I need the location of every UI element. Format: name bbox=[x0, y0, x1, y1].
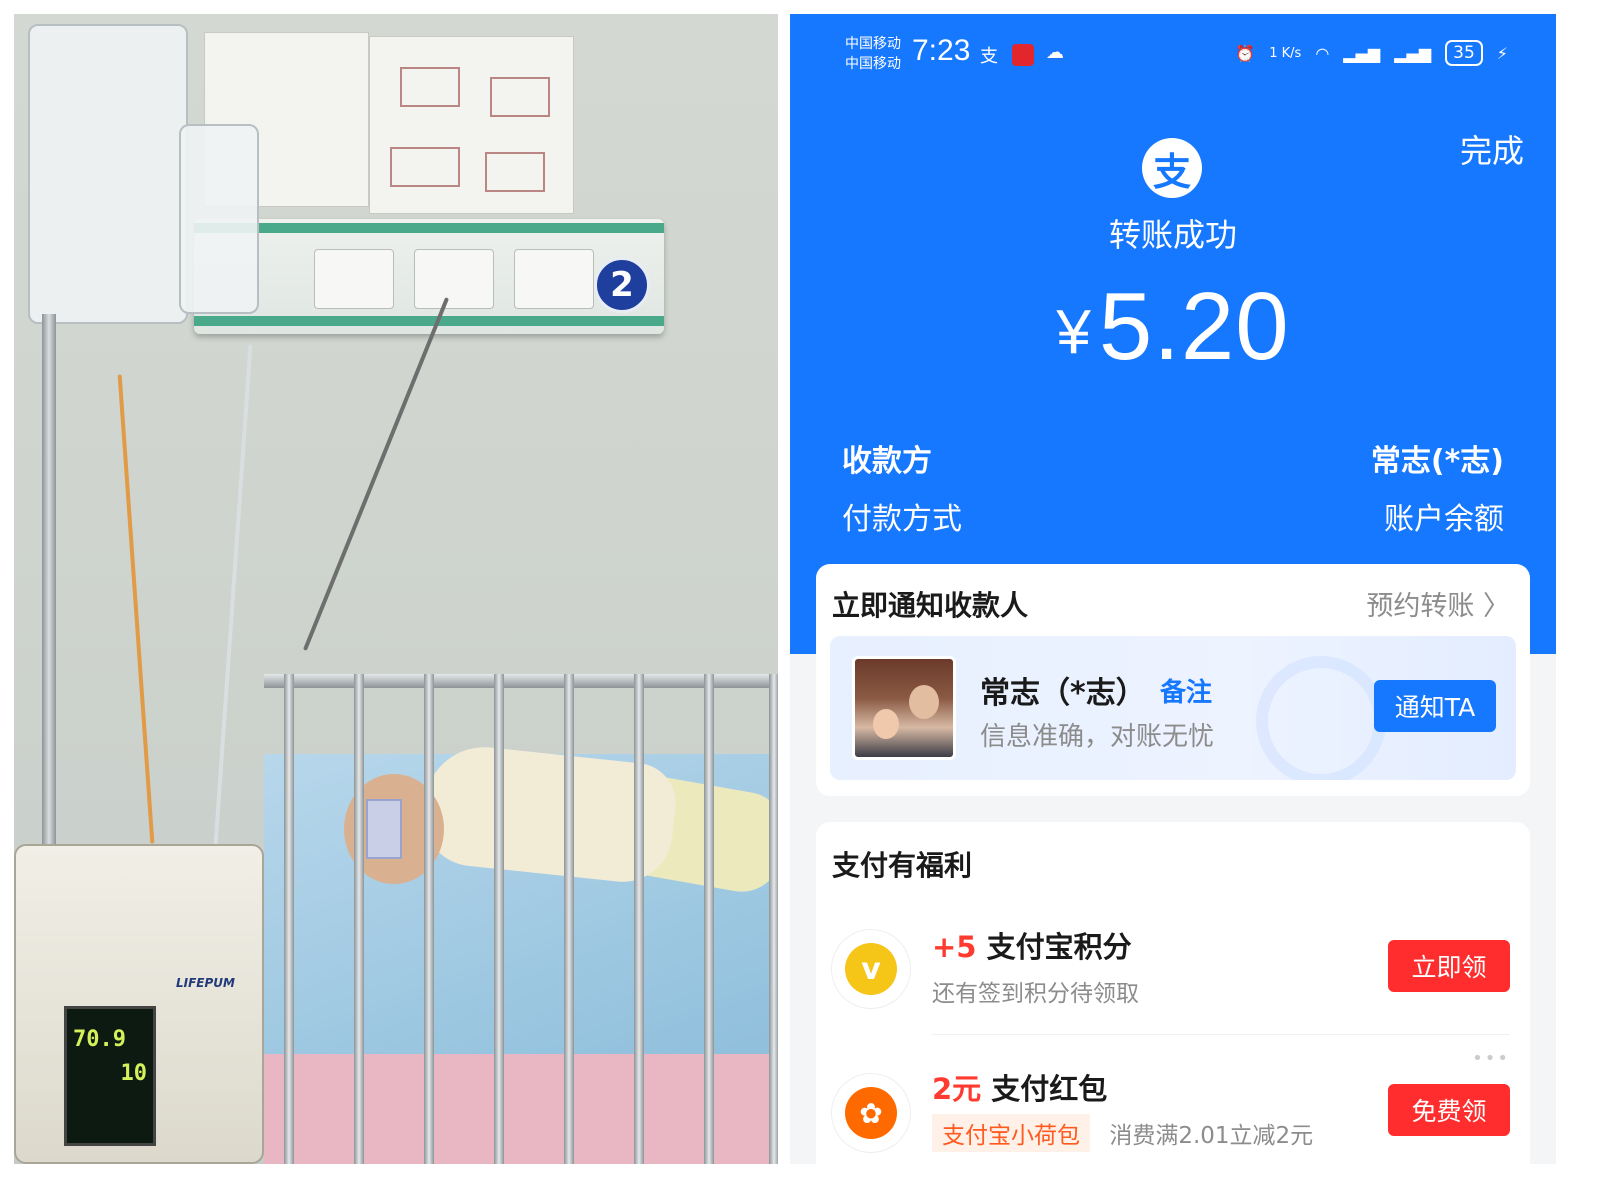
battery-indicator: 35 bbox=[1445, 40, 1483, 66]
red-packet-amount: 2元 bbox=[932, 1072, 982, 1106]
alipay-transfer-screen: 中国移动 中国移动 7:23 支 ☁ ⏰ 1 K/s ◠ ▂▄▆ ▂▄▆ 35 … bbox=[790, 14, 1556, 1164]
bedside-wall-rail bbox=[194, 219, 664, 334]
bed-safety-poster bbox=[369, 36, 574, 214]
payee-value: 常志(*志) bbox=[1370, 444, 1504, 479]
iv-bag bbox=[28, 24, 188, 324]
red-packet-icon: ✿ bbox=[832, 1074, 910, 1152]
pump-reading-rate: 70.9 bbox=[73, 1027, 126, 1052]
red-packet-subtitle-row: 支付宝小荷包 消费满2.01立减2元 bbox=[932, 1114, 1313, 1152]
payee-label: 收款方 bbox=[842, 444, 932, 479]
pump-display: 70.9 10 bbox=[64, 1006, 156, 1146]
payment-method-row: 付款方式 账户余额 bbox=[842, 494, 1504, 538]
iv-tube bbox=[117, 374, 155, 844]
iv-bag bbox=[179, 124, 259, 314]
red-packet-title: 2元 支付红包 bbox=[932, 1066, 1107, 1108]
remark-link[interactable]: 备注 bbox=[1160, 672, 1212, 709]
avatar bbox=[852, 656, 956, 760]
benefits-card: 支付有福利 v +5 支付宝积分 还有签到积分待领取 立即领 ••• ✿ 2元 … bbox=[816, 822, 1530, 1164]
notify-button[interactable]: 通知TA bbox=[1374, 680, 1496, 732]
points-benefit-title: +5 支付宝积分 bbox=[932, 924, 1132, 966]
power-cable bbox=[302, 297, 450, 651]
app-notification-icon bbox=[1012, 44, 1034, 66]
crib-rails bbox=[264, 674, 778, 1164]
red-packet-condition: 消费满2.01立减2元 bbox=[1109, 1123, 1314, 1149]
alarm-icon: ⏰ bbox=[1235, 43, 1256, 63]
claim-points-button[interactable]: 立即领 bbox=[1388, 940, 1510, 992]
alipay-logo-icon: 支 bbox=[1142, 138, 1202, 198]
points-coin-icon: v bbox=[832, 930, 910, 1008]
red-packet-label: 支付红包 bbox=[991, 1072, 1108, 1106]
carrier-2: 中国移动 bbox=[845, 56, 901, 72]
alipay-notification-icon: 支 bbox=[980, 46, 998, 67]
signal-icon: ▂▄▆ bbox=[1343, 43, 1381, 63]
benefit-divider bbox=[932, 1034, 1510, 1035]
amount-value: 5.20 bbox=[1098, 273, 1290, 380]
charging-icon: ⚡ bbox=[1496, 43, 1508, 63]
payee-name: 常志（*志） bbox=[980, 676, 1146, 711]
status-right-icons: ⏰ 1 K/s ◠ ▂▄▆ ▂▄▆ 35 ⚡ bbox=[1235, 40, 1508, 66]
network-speed: 1 K/s bbox=[1269, 45, 1302, 61]
claim-red-packet-button[interactable]: 免费领 bbox=[1388, 1084, 1510, 1136]
status-bar: 中国移动 中国移动 7:23 支 ☁ ⏰ 1 K/s ◠ ▂▄▆ ▂▄▆ 35 … bbox=[790, 14, 1556, 94]
user-watermark-icon bbox=[1256, 656, 1386, 780]
points-benefit-subtitle: 还有签到积分待领取 bbox=[932, 981, 1139, 1007]
wallet-tag: 支付宝小荷包 bbox=[932, 1114, 1090, 1152]
hospital-photo: 2 LIFEPUM 70.9 10 bbox=[14, 14, 778, 1164]
schedule-transfer-link[interactable]: 预约转账 〉 bbox=[1366, 584, 1510, 623]
bed-number-badge: 2 bbox=[594, 257, 650, 313]
payment-method-label: 付款方式 bbox=[842, 502, 962, 537]
notify-card-title: 立即通知收款人 bbox=[832, 589, 1029, 622]
transfer-amount: ¥5.20 bbox=[790, 272, 1556, 382]
carrier-1: 中国移动 bbox=[845, 36, 901, 52]
payment-method-value: 账户余额 bbox=[1384, 502, 1504, 537]
transfer-success-title: 转账成功 bbox=[1108, 216, 1237, 254]
status-time: 7:23 bbox=[912, 34, 971, 67]
payee-subtitle: 信息准确，对账无忧 bbox=[980, 722, 1215, 752]
infusion-pump: LIFEPUM 70.9 10 bbox=[14, 844, 264, 1164]
payee-row: 收款方 常志(*志) bbox=[842, 436, 1504, 480]
points-label: 支付宝积分 bbox=[986, 930, 1132, 964]
payee-info-box: 常志（*志） 备注 信息准确，对账无忧 通知TA bbox=[830, 636, 1516, 780]
pump-reading-volume: 10 bbox=[120, 1061, 148, 1086]
more-dots-icon: ••• bbox=[1472, 1048, 1510, 1069]
done-button[interactable]: 完成 bbox=[1460, 126, 1524, 172]
iv-tube bbox=[209, 344, 253, 904]
carrier-labels: 中国移动 中国移动 bbox=[845, 34, 901, 74]
points-amount: +5 bbox=[932, 930, 977, 964]
currency-symbol: ¥ bbox=[1056, 298, 1091, 367]
signal-icon: ▂▄▆ bbox=[1394, 43, 1432, 63]
wifi-icon: ◠ bbox=[1315, 43, 1330, 63]
weather-icon: ☁ bbox=[1046, 42, 1064, 63]
benefits-card-title: 支付有福利 bbox=[832, 849, 973, 882]
notify-payee-card: 立即通知收款人 预约转账 〉 常志（*志） 备注 信息准确，对账无忧 通知TA bbox=[816, 564, 1530, 796]
pump-brand: LIFEPUM bbox=[176, 976, 235, 990]
